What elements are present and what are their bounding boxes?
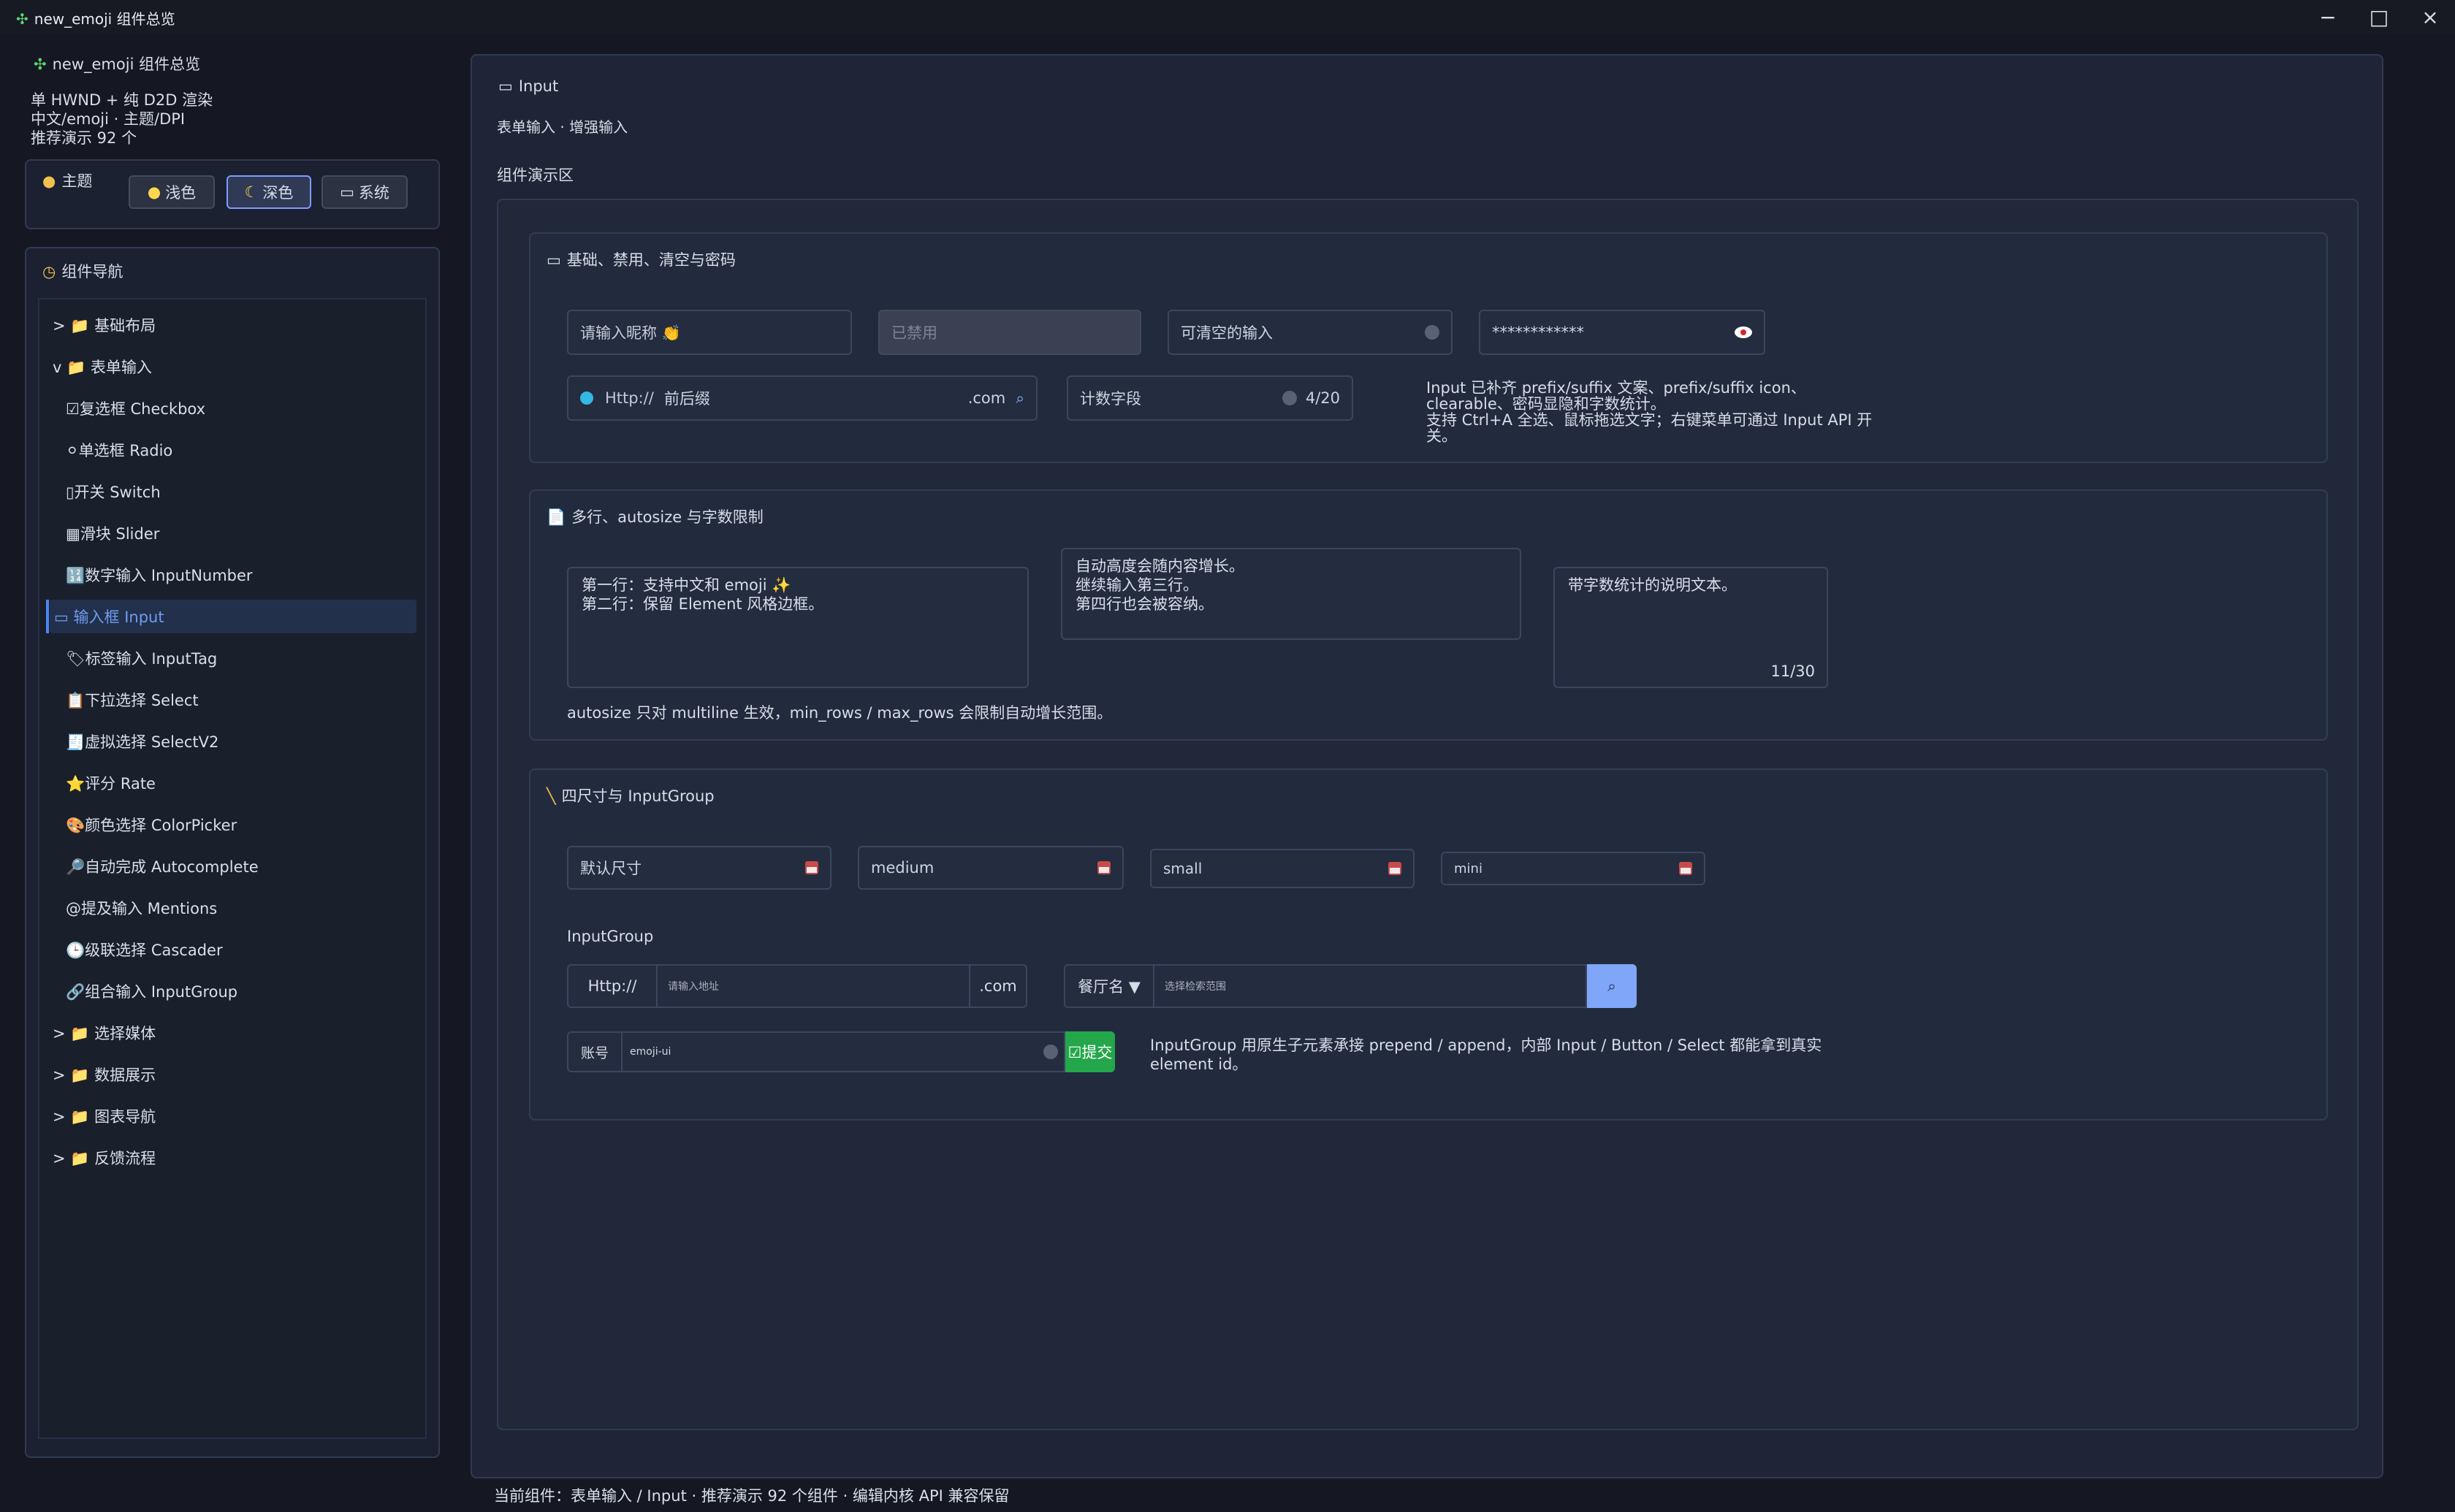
- close-button[interactable]: ×: [2407, 0, 2454, 34]
- sidebar-title: ✣ new_emoji 组件总览: [34, 56, 201, 73]
- search-icon: ⌕: [1016, 389, 1024, 407]
- sidebar-info: 单 HWND + 纯 D2D 渲染 中文/emoji · 主题/DPI 推荐演示…: [31, 91, 213, 147]
- nav-item-form-input[interactable]: v 📁 表单输入: [48, 350, 416, 383]
- nav-item-selection-media[interactable]: > 📁 选择媒体: [48, 1016, 416, 1050]
- nav-item-feedback-flow[interactable]: > 📁 反馈流程: [48, 1141, 416, 1175]
- nav-item-rate[interactable]: ⭐评分 Rate: [61, 766, 430, 800]
- eye-icon[interactable]: [1735, 327, 1752, 338]
- search-scope-input[interactable]: 选择检索范围: [1153, 964, 1587, 1008]
- clear-icon[interactable]: [1043, 1045, 1058, 1059]
- prefix-suffix-input[interactable]: Http://前后缀 .com ⌕: [567, 375, 1038, 421]
- nav-item-autocomplete[interactable]: 🔎自动完成 Autocomplete: [61, 849, 430, 883]
- password-input[interactable]: ************: [1479, 310, 1765, 355]
- status-footer: 当前组件：表单输入 / Input · 推荐演示 92 个组件 · 编辑内核 A…: [494, 1487, 1010, 1505]
- account-input[interactable]: emoji-ui: [621, 1031, 1065, 1072]
- globe-icon: [580, 392, 593, 405]
- theme-system-button[interactable]: ▭ 系统: [321, 175, 408, 209]
- nav-item-select[interactable]: 📋下拉选择 Select: [61, 683, 430, 717]
- notepad-icon: 📄: [547, 508, 566, 526]
- search-icon: ⌕: [1607, 977, 1616, 995]
- nav-item-slider[interactable]: ▦滑块 Slider: [61, 516, 430, 550]
- nav-item-chart-navigation[interactable]: > 📁 图表导航: [48, 1099, 416, 1133]
- textarea-count: 11/30: [1770, 663, 1815, 680]
- nav-item-input-tag[interactable]: 🏷标签输入 InputTag: [61, 641, 430, 675]
- count-input[interactable]: 计数字段 4/20: [1067, 375, 1353, 421]
- nav-item-basic-layout[interactable]: > 📁 基础布局: [48, 308, 416, 342]
- calendar-icon: [1388, 862, 1401, 875]
- account-label: 账号: [567, 1031, 621, 1072]
- autosize-textarea[interactable]: 自动高度会随内容增长。 继续输入第三行。 第四行也会被容纳。: [1061, 548, 1521, 640]
- address-input[interactable]: 请输入地址: [656, 964, 970, 1008]
- keyboard-icon: ▭: [547, 251, 561, 269]
- nav-title: ◷ 组件导航: [42, 263, 123, 280]
- calendar-icon: [1097, 861, 1111, 874]
- nav-item-radio[interactable]: ⚪单选框 Radio: [61, 433, 430, 467]
- address-input-group: Http:// 请输入地址 .com: [567, 964, 1027, 1008]
- nav-item-checkbox[interactable]: ☑复选框 Checkbox: [61, 392, 430, 425]
- disabled-input: 已禁用: [878, 310, 1141, 355]
- compass-icon: ◷: [42, 263, 56, 280]
- multiline-note: autosize 只对 multiline 生效，min_rows / max_…: [567, 704, 1113, 722]
- clear-icon[interactable]: [1425, 325, 1439, 340]
- ruler-icon: ╲: [547, 787, 556, 805]
- sun-icon: ●: [147, 183, 161, 201]
- puzzle-icon: ✣: [34, 56, 47, 73]
- address-prefix: Http://: [567, 964, 656, 1008]
- mini-size-input[interactable]: mini: [1441, 852, 1705, 885]
- nickname-input[interactable]: 请输入昵称 👏: [567, 310, 852, 355]
- size-section-title: ╲ 四尺寸与 InputGroup: [547, 787, 715, 805]
- small-size-input[interactable]: small: [1150, 849, 1415, 888]
- nav-item-switch[interactable]: ▯开关 Switch: [61, 475, 430, 508]
- theme-label: ● 主题: [42, 172, 93, 190]
- multiline-section-title: 📄 多行、autosize 与字数限制: [547, 508, 764, 526]
- theme-light-button[interactable]: ● 浅色: [129, 175, 215, 209]
- multiline-textarea[interactable]: 第一行：支持中文和 emoji ✨ 第二行：保留 Element 风格边框。: [567, 567, 1029, 688]
- basic-note: Input 已补齐 prefix/suffix 文案、prefix/suffix…: [1426, 379, 1873, 445]
- clear-icon[interactable]: [1282, 391, 1297, 405]
- window-title: ✣ new_emoji 组件总览: [16, 10, 175, 28]
- search-input-group: 餐厅名 ▼ 选择检索范围 ⌕: [1064, 964, 1637, 1008]
- medium-size-input[interactable]: medium: [858, 846, 1124, 890]
- minimize-button[interactable]: −: [2304, 0, 2351, 34]
- nav-item-input-number[interactable]: 🔢数字输入 InputNumber: [61, 558, 430, 592]
- moon-icon: ☾: [244, 183, 259, 201]
- basic-section-title: ▭ 基础、禁用、清空与密码: [547, 251, 736, 269]
- submit-button[interactable]: ☑提交: [1065, 1031, 1115, 1072]
- calendar-icon: [805, 861, 818, 874]
- address-suffix: .com: [970, 964, 1027, 1008]
- search-button[interactable]: ⌕: [1587, 964, 1637, 1008]
- input-group-title: InputGroup: [567, 928, 654, 945]
- title-bar: [0, 0, 2455, 34]
- nav-item-color-picker[interactable]: 🎨颜色选择 ColorPicker: [61, 808, 430, 841]
- demo-area-label: 组件演示区: [497, 167, 574, 184]
- nav-item-input[interactable]: ▭ 输入框 Input: [46, 600, 416, 633]
- nav-item-cascader[interactable]: 🕒级联选择 Cascader: [61, 933, 430, 966]
- page-title: ▭ Input: [498, 77, 559, 95]
- palette-icon: ●: [42, 172, 56, 190]
- theme-dark-button[interactable]: ☾ 深色: [227, 175, 311, 209]
- page-subtitle: 表单输入 · 增强输入: [497, 118, 628, 136]
- account-input-group: 账号 emoji-ui ☑提交: [567, 1031, 1115, 1072]
- calendar-icon: [1679, 862, 1692, 875]
- puzzle-icon: ✣: [16, 10, 28, 28]
- restaurant-select[interactable]: 餐厅名 ▼: [1064, 964, 1153, 1008]
- default-size-input[interactable]: 默认尺寸: [567, 846, 831, 890]
- maximize-button[interactable]: □: [2356, 0, 2402, 34]
- nav-item-data-display[interactable]: > 📁 数据展示: [48, 1058, 416, 1091]
- nav-item-select-v2[interactable]: 🧾虚拟选择 SelectV2: [61, 725, 430, 758]
- nav-item-mentions[interactable]: @提及输入 Mentions: [61, 891, 430, 925]
- monitor-icon: ▭: [340, 183, 354, 201]
- input-group-note: InputGroup 用原生子元素承接 prepend / append，内部 …: [1150, 1036, 1822, 1073]
- keyboard-icon: ▭: [498, 77, 513, 95]
- count-textarea[interactable]: 带字数统计的说明文本。 11/30: [1553, 567, 1828, 688]
- nav-item-input-group[interactable]: 🔗组合输入 InputGroup: [61, 974, 430, 1008]
- clearable-input[interactable]: 可清空的输入: [1168, 310, 1453, 355]
